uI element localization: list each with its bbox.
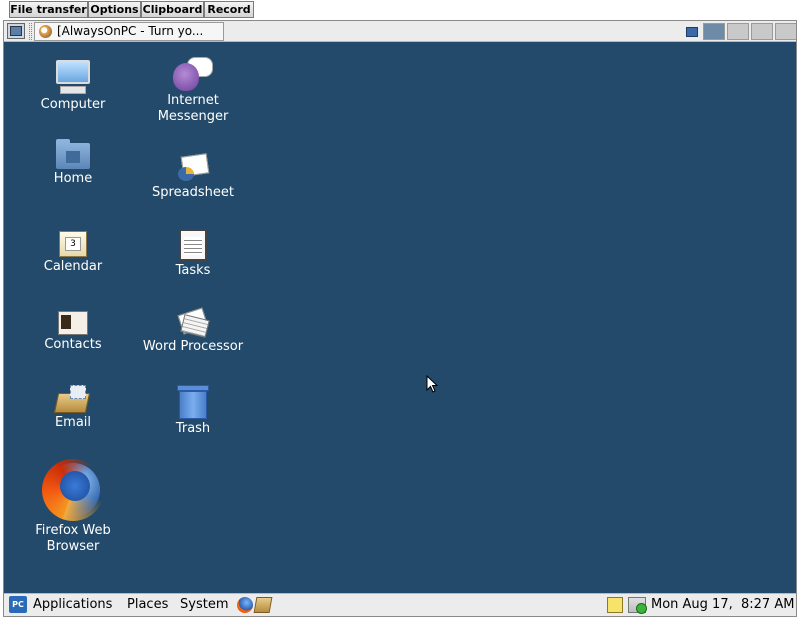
menu-system[interactable]: System (180, 596, 228, 614)
network-status-icon[interactable] (628, 597, 647, 614)
desktop-icon-calendar[interactable]: 3 Calendar (13, 227, 133, 275)
desktop-icon-contacts[interactable]: Contacts (13, 311, 133, 353)
tasks-notepad-icon (179, 229, 207, 261)
desktop-icon-trash[interactable]: Trash (133, 385, 253, 437)
desktop-icon-label: Home (53, 171, 93, 186)
desktop-icon-label: Email (54, 415, 92, 430)
desktop-icon-label: Word Processor (142, 339, 244, 354)
menu-applications[interactable]: Applications (33, 596, 112, 614)
trash-bin-icon (176, 385, 210, 419)
sticky-notes-icon[interactable] (607, 597, 623, 613)
desktop-icon-word-processor[interactable]: Word Processor (133, 307, 253, 355)
show-desktop-icon[interactable] (7, 23, 25, 39)
computer-icon (55, 59, 91, 95)
desktop-icon-home[interactable]: Home (13, 139, 133, 187)
calendar-icon: 3 (57, 227, 89, 257)
menu-places[interactable]: Places (127, 596, 168, 614)
desktop-icon-label: Internet Messenger (157, 93, 229, 124)
options-button[interactable]: Options (88, 1, 141, 18)
contacts-card-icon (58, 311, 88, 335)
desktop-icon-label: Spreadsheet (152, 185, 234, 200)
desktop-icon-firefox[interactable]: Firefox Web Browser (13, 459, 133, 555)
desktop-icon-label: Firefox Web Browser (35, 523, 111, 554)
desktop-icon-email[interactable]: Email (13, 385, 133, 431)
taskbar-window-label: [AlwaysOnPC - Turn yo... (57, 24, 204, 38)
email-launcher-icon[interactable] (253, 597, 273, 613)
workspace-4[interactable] (751, 23, 773, 40)
workspace-switcher (681, 23, 796, 40)
word-processor-icon (176, 307, 210, 338)
pc-logo-icon[interactable]: PC (9, 596, 27, 613)
clipboard-button[interactable]: Clipboard (141, 1, 204, 18)
mouse-pointer-icon (426, 375, 438, 393)
panel-handle[interactable] (29, 23, 32, 40)
workspace-3[interactable] (727, 23, 749, 40)
firefox-launcher-icon[interactable] (237, 597, 253, 613)
applet-toolbar: File transfer Options Clipboard Record (0, 0, 800, 19)
email-envelope-icon (53, 385, 91, 413)
messenger-bird-icon (173, 57, 213, 91)
desktop-icon-label: Contacts (44, 337, 102, 352)
top-panel: [AlwaysOnPC - Turn yo... (4, 21, 796, 42)
home-folder-icon (56, 139, 90, 169)
desktop-icon-label: Trash (175, 421, 211, 436)
record-button[interactable]: Record (204, 1, 254, 18)
desktop-icon-internet-messenger[interactable]: Internet Messenger (133, 57, 253, 125)
spreadsheet-icon (176, 153, 210, 183)
workspace-1[interactable] (681, 23, 703, 40)
file-transfer-button[interactable]: File transfer (9, 1, 88, 18)
remote-desktop[interactable]: [AlwaysOnPC - Turn yo... Computer Home 3… (3, 20, 797, 617)
window-thumbnail-icon (686, 27, 698, 37)
panel-clock[interactable]: Mon Aug 17, 8:27 AM (651, 596, 794, 614)
bottom-panel: PC Applications Places System Mon Aug 17… (4, 593, 796, 616)
taskbar-window-button[interactable]: [AlwaysOnPC - Turn yo... (34, 22, 224, 41)
desktop-icon-tasks[interactable]: Tasks (133, 229, 253, 279)
firefox-icon (42, 459, 104, 521)
workspace-2[interactable] (703, 23, 725, 40)
desktop-icon-spreadsheet[interactable]: Spreadsheet (133, 153, 253, 201)
desktop-icon-computer[interactable]: Computer (13, 59, 133, 113)
desktop-icon-label: Calendar (43, 259, 103, 274)
workspace-5[interactable] (775, 23, 796, 40)
desktop-icon-label: Tasks (175, 263, 211, 278)
app-window-icon (39, 25, 52, 38)
desktop-icon-label: Computer (40, 97, 106, 112)
